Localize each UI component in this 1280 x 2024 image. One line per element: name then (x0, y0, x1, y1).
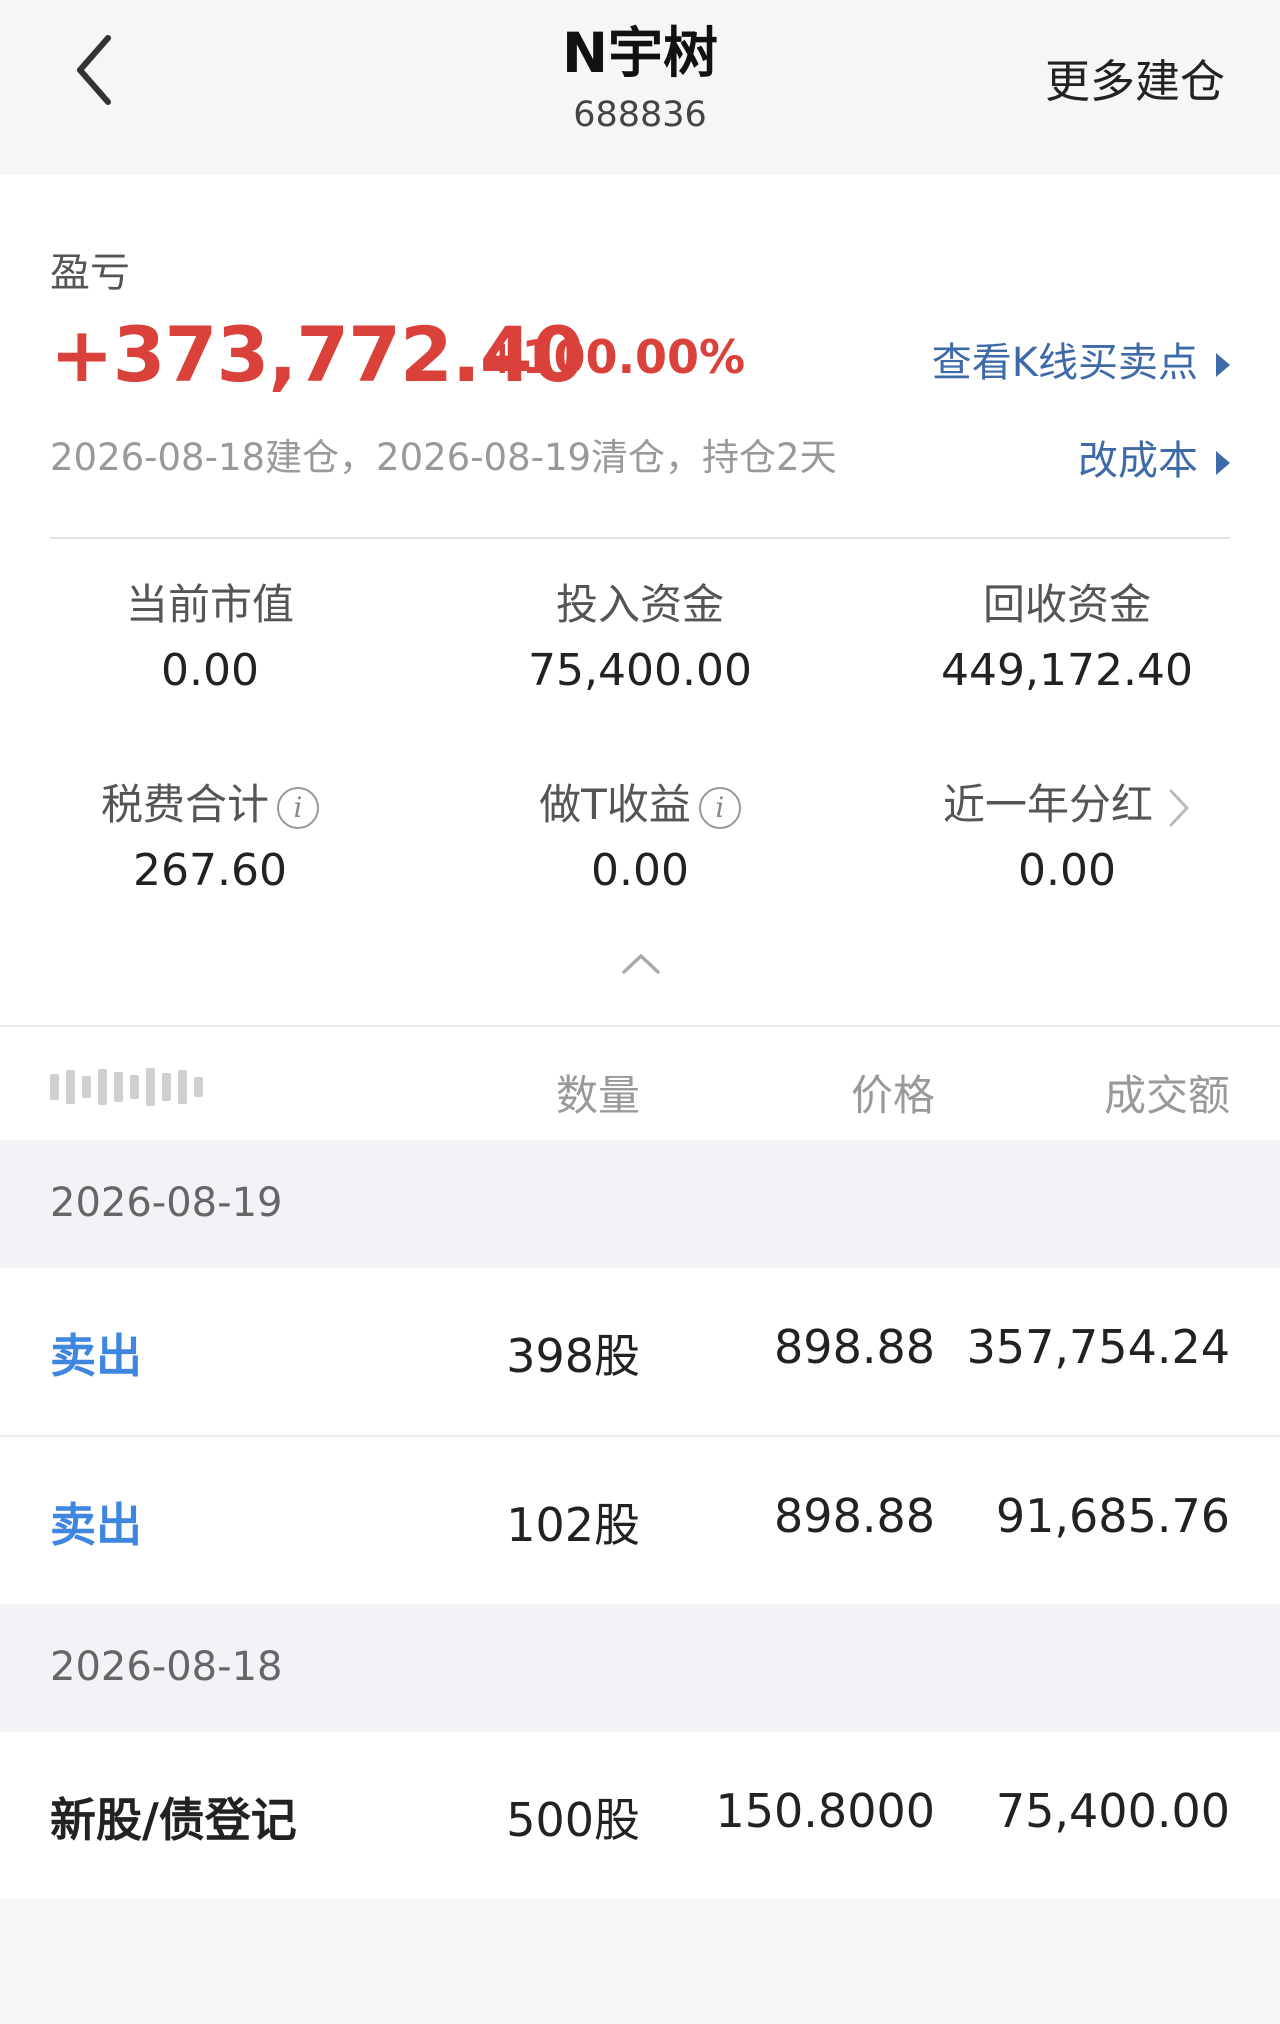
trade-amount: 91,685.76 (995, 1489, 1230, 1543)
trade-amount: 75,400.00 (995, 1784, 1230, 1838)
column-amount: 成交额 (1103, 1071, 1230, 1120)
date-group-header: 2026-08-19 (0, 1140, 1280, 1268)
info-icon[interactable]: i (698, 786, 741, 829)
chevron-right-icon (1169, 789, 1189, 826)
trade-price: 150.8000 (715, 1784, 936, 1838)
stat-value: 0.00 (1018, 845, 1116, 896)
pl-percent: +100.00% (483, 330, 746, 384)
table-row[interactable]: 新股/债登记 500股 150.8000 75,400.00 (0, 1732, 1280, 1899)
column-price: 价格 (850, 1071, 935, 1120)
stat-label: 当前市值 (125, 580, 294, 629)
chevron-up-icon (622, 954, 660, 974)
trade-quantity: 102股 (506, 1498, 640, 1552)
holding-period: 2026-08-18建仓，2026-08-19清仓，持仓2天 (50, 436, 837, 479)
stat-dividend[interactable]: 近一年分红 0.00 (852, 775, 1280, 896)
stat-value: 267.60 (133, 845, 287, 896)
trade-price: 898.88 (774, 1489, 935, 1543)
group-date: 2026-08-19 (50, 1180, 283, 1226)
top-bar: N宇树 688836 更多建仓 (0, 0, 1280, 175)
more-positions-button[interactable]: 更多建仓 (1045, 45, 1225, 110)
trade-type: 卖出 (50, 1498, 142, 1552)
stat-value: 0.00 (161, 645, 259, 696)
stat-label: 回收资金 (982, 580, 1151, 629)
stat-label: 近一年分红 (942, 780, 1153, 829)
edit-cost-link[interactable]: 改成本 (1078, 428, 1230, 486)
trade-quantity: 500股 (506, 1793, 640, 1847)
stat-label: 做T收益 (539, 780, 691, 829)
column-quantity: 数量 (555, 1071, 640, 1120)
trade-type: 新股/债登记 (50, 1793, 297, 1847)
collapse-button[interactable] (620, 950, 662, 978)
group-date: 2026-08-18 (50, 1644, 283, 1690)
trade-amount: 357,754.24 (966, 1320, 1230, 1374)
trade-price: 898.88 (774, 1320, 935, 1374)
stat-value: 0.00 (591, 845, 689, 896)
view-kline-label: 查看K线买卖点 (931, 340, 1198, 386)
stat-label: 投入资金 (555, 580, 724, 629)
stat-value: 75,400.00 (528, 645, 752, 696)
edit-cost-label: 改成本 (1078, 438, 1198, 484)
stat-recovered: 回收资金 449,172.40 (852, 575, 1280, 696)
trade-type: 卖出 (50, 1329, 142, 1383)
trade-quantity: 398股 (506, 1329, 640, 1383)
info-icon[interactable]: i (277, 786, 319, 829)
position-summary: 盈亏 +373,772.40 +100.00% 查看K线买卖点 2026-08-… (0, 175, 1280, 1025)
stat-market-value: 当前市值 0.00 (0, 575, 425, 696)
table-row[interactable]: 卖出 102股 898.88 91,685.76 (0, 1437, 1280, 1604)
stat-t-profit[interactable]: 做T收益 i 0.00 (425, 775, 855, 896)
blurred-column-label (50, 1067, 220, 1107)
table-row[interactable]: 卖出 398股 898.88 357,754.24 (0, 1268, 1280, 1435)
date-group-header: 2026-08-18 (0, 1604, 1280, 1732)
stat-label: 税费合计 (100, 780, 269, 829)
triangle-right-icon (1216, 353, 1230, 377)
trade-table-header: 数量 价格 成交额 (0, 1025, 1280, 1140)
divider (50, 537, 1230, 539)
stat-fees[interactable]: 税费合计 i 267.60 (0, 775, 425, 896)
view-kline-link[interactable]: 查看K线买卖点 (932, 330, 1230, 388)
stat-invested: 投入资金 75,400.00 (425, 575, 855, 696)
stat-value: 449,172.40 (941, 645, 1193, 696)
triangle-right-icon (1216, 451, 1230, 475)
pl-label: 盈亏 (50, 250, 130, 296)
